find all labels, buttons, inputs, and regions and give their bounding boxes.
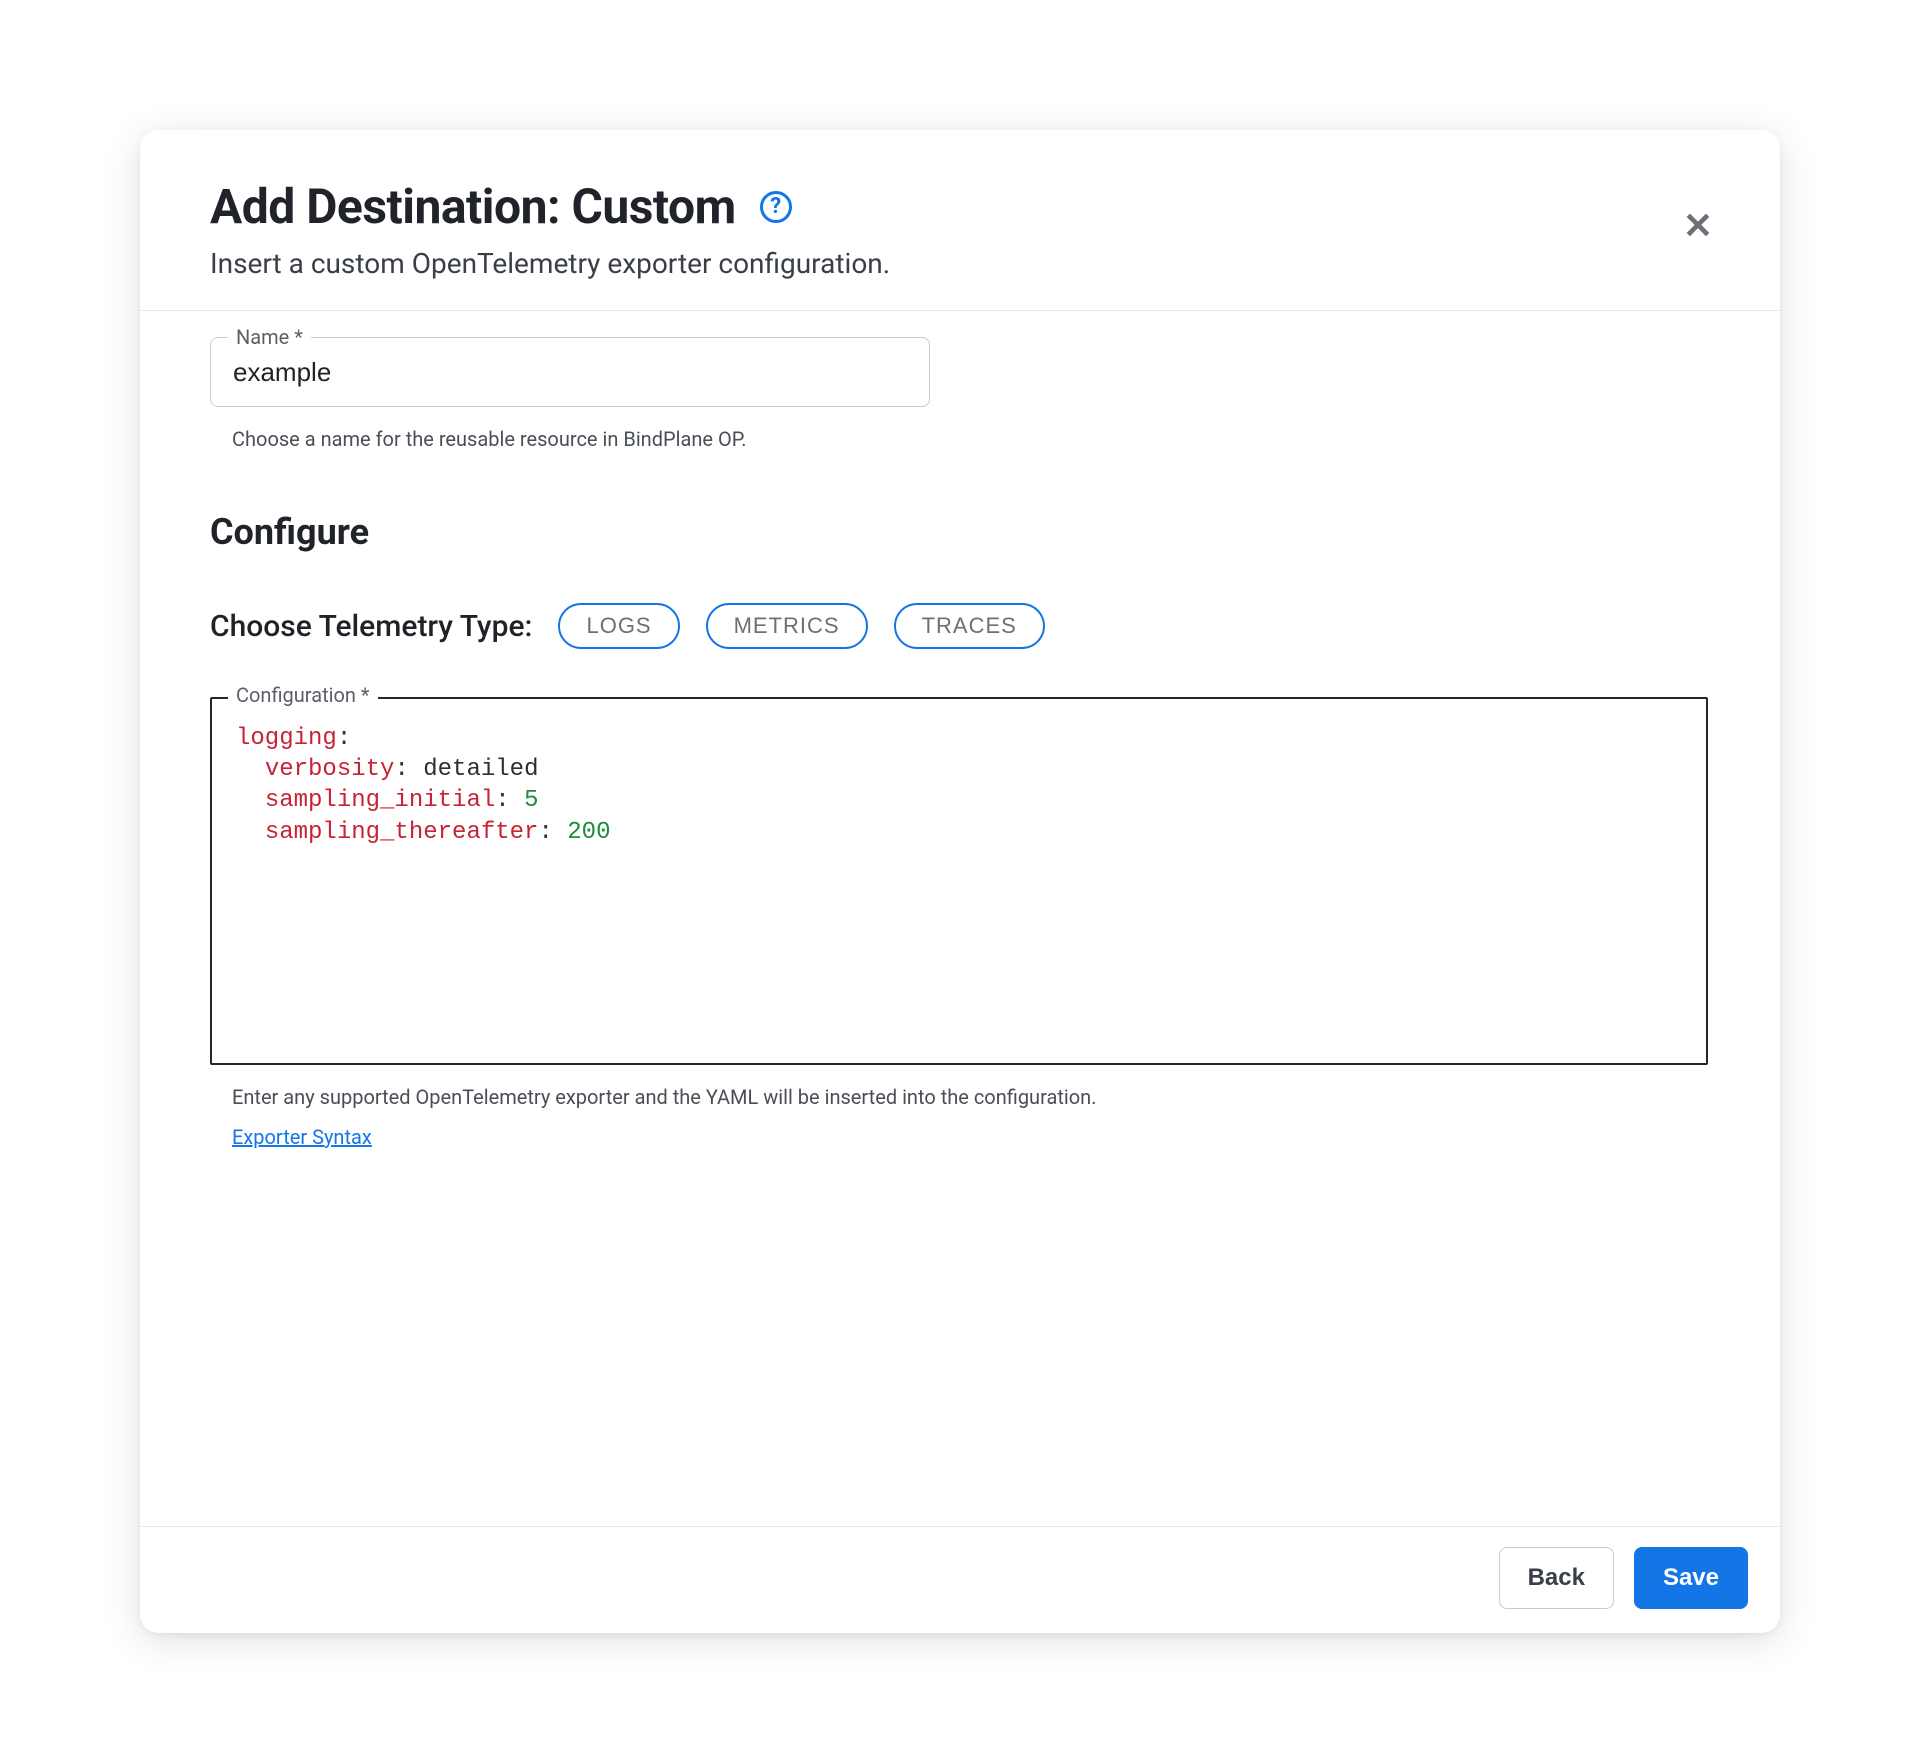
telemetry-type-label: Choose Telemetry Type: [210, 609, 532, 644]
telemetry-chip-logs[interactable]: LOGS [558, 603, 679, 649]
add-destination-modal: Add Destination: Custom ? Insert a custo… [140, 130, 1780, 1633]
telemetry-chip-traces[interactable]: TRACES [894, 603, 1045, 649]
name-field-label: Name * [228, 325, 311, 349]
configuration-field-label: Configuration * [228, 683, 378, 707]
configure-heading: Configure [210, 511, 1710, 553]
exporter-syntax-link[interactable]: Exporter Syntax [232, 1125, 1710, 1149]
close-icon: ✕ [1683, 208, 1713, 244]
telemetry-chip-metrics[interactable]: METRICS [706, 603, 868, 649]
configuration-editor[interactable]: logging: verbosity: detailed sampling_in… [210, 697, 1708, 1065]
configuration-help-text: Enter any supported OpenTelemetry export… [232, 1085, 1710, 1109]
modal-title-row: Add Destination: Custom ? [210, 178, 1710, 235]
modal-title: Add Destination: Custom [210, 178, 736, 235]
back-button[interactable]: Back [1499, 1547, 1614, 1609]
modal-header: Add Destination: Custom ? Insert a custo… [140, 130, 1780, 311]
help-icon[interactable]: ? [760, 191, 792, 223]
save-button[interactable]: Save [1634, 1547, 1748, 1609]
close-button[interactable]: ✕ [1678, 206, 1718, 246]
modal-body: Name * Choose a name for the reusable re… [140, 311, 1780, 1526]
modal-subtitle: Insert a custom OpenTelemetry exporter c… [210, 247, 1710, 280]
name-help-text: Choose a name for the reusable resource … [232, 427, 1710, 451]
name-field-wrap: Name * [210, 337, 930, 407]
modal-footer: Back Save [140, 1526, 1780, 1633]
configuration-field-wrap: Configuration * logging: verbosity: deta… [210, 697, 1708, 1065]
telemetry-type-row: Choose Telemetry Type: LOGS METRICS TRAC… [210, 603, 1710, 649]
name-input[interactable] [210, 337, 930, 407]
